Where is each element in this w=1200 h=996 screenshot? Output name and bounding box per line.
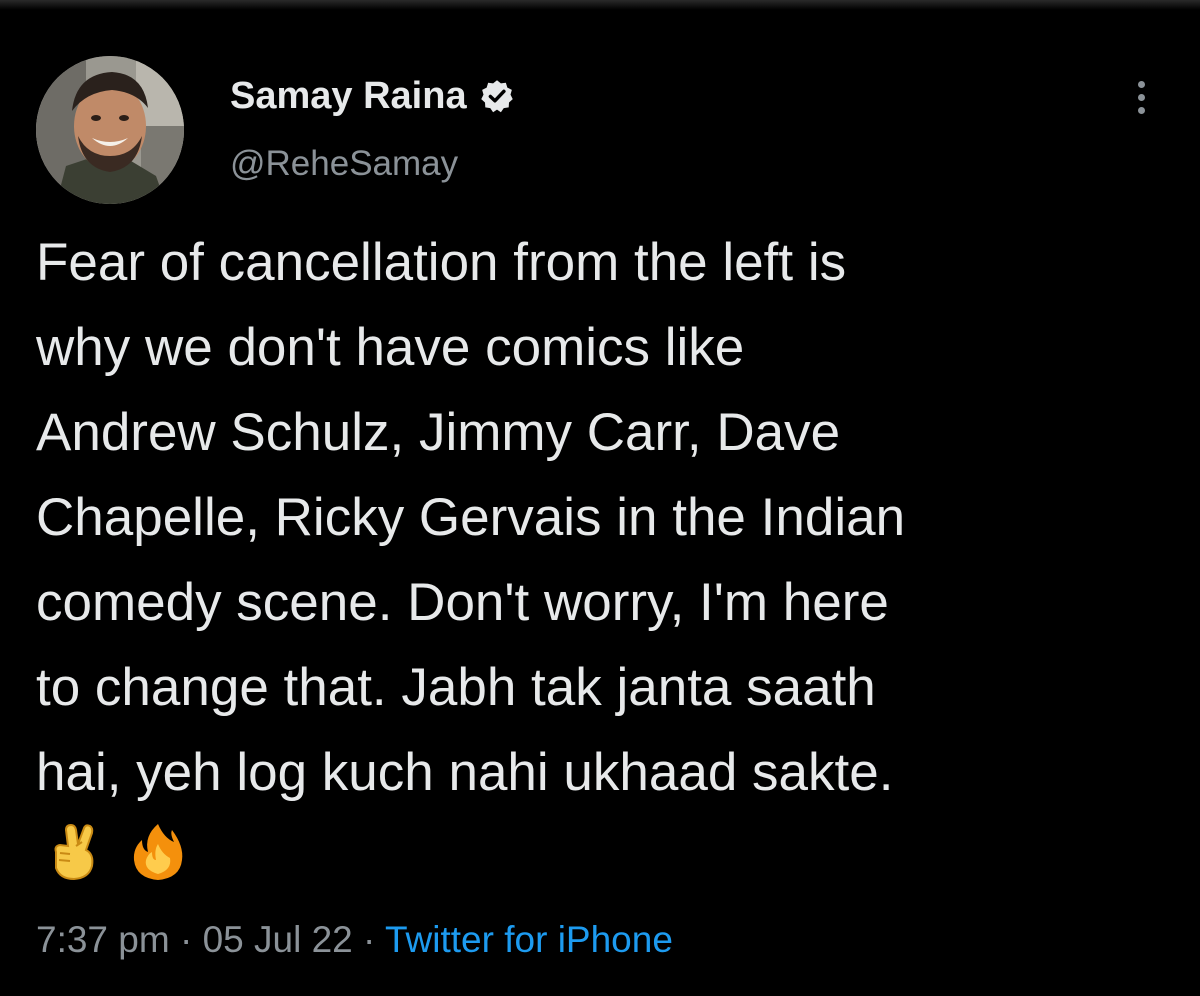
verified-badge-icon (480, 80, 513, 113)
tweet-text-line: hai, yeh log kuch nahi ukhaad sakte. (36, 743, 894, 802)
more-options-button[interactable] (1124, 72, 1158, 122)
crossed-fingers-emoji-icon (54, 823, 94, 881)
avatar[interactable] (36, 56, 184, 204)
tweet-body: Fear of cancellation from the left is wh… (36, 220, 1176, 815)
meta-separator: · (179, 919, 193, 960)
window-top-edge (0, 0, 1200, 10)
emoji-row (46, 822, 186, 882)
tweet-meta: 7:37 pm · 05 Jul 22 · Twitter for iPhone (36, 915, 673, 965)
tweet-text-line: Chapelle, Ricky Gervais in the Indian (36, 488, 906, 547)
fire-emoji-icon (133, 824, 183, 880)
vertical-ellipsis-icon (1137, 93, 1145, 101)
display-name-text: Samay Raina (230, 75, 467, 117)
tweet-text-line: Andrew Schulz, Jimmy Carr, Dave (36, 403, 841, 462)
profile-photo-avatar-icon (36, 56, 184, 204)
tweet-text-line: comedy scene. Don't worry, I'm here (36, 573, 889, 632)
tweet-date[interactable]: 05 Jul 22 (203, 919, 353, 960)
tweet-source-link[interactable]: Twitter for iPhone (385, 919, 673, 960)
tweet-time[interactable]: 7:37 pm (36, 919, 170, 960)
author-handle[interactable]: @ReheSamay (230, 140, 458, 188)
tweet-text-line: why we don't have comics like (36, 318, 745, 377)
tweet-text-line: Fear of cancellation from the left is (36, 233, 847, 292)
meta-separator: · (363, 919, 376, 960)
vertical-ellipsis-icon (1137, 80, 1145, 88)
author-display-name[interactable]: Samay Raina (230, 70, 515, 122)
vertical-ellipsis-icon (1137, 106, 1145, 114)
tweet-text-line: to change that. Jabh tak janta saath (36, 658, 876, 717)
